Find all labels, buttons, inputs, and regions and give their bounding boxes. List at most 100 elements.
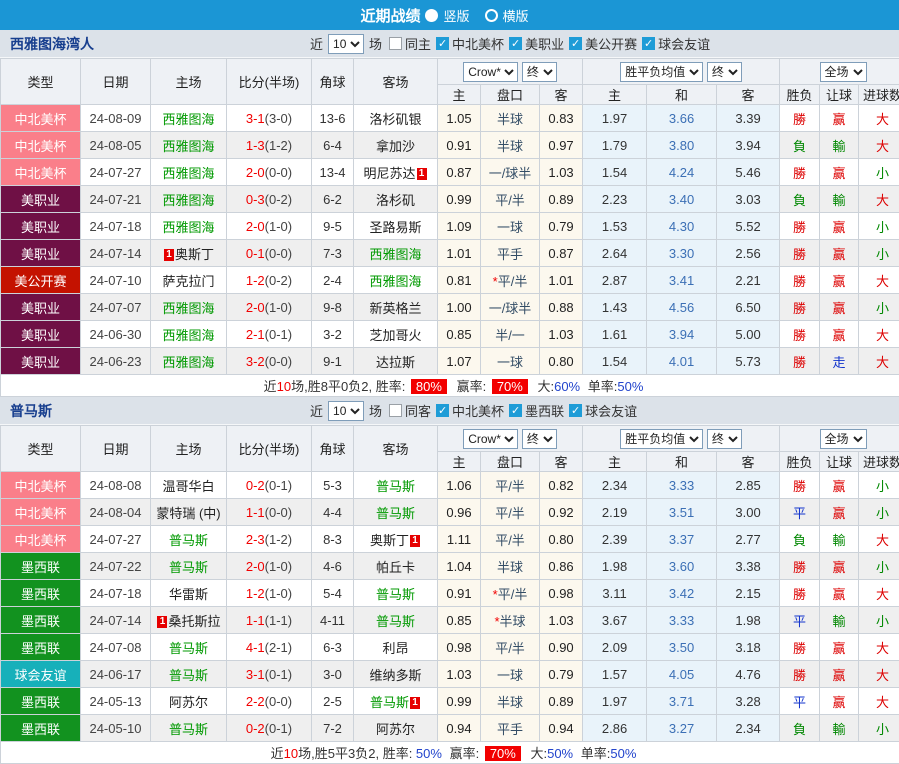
wdl-result-cell: 平	[780, 499, 820, 526]
odds-win-rate-badge: 70%	[492, 379, 528, 394]
top-bar: 近期战绩 竖版 横版	[0, 0, 899, 30]
final-avg-select[interactable]: 终	[707, 62, 742, 82]
score-fulltime: 2-1	[246, 327, 265, 342]
match-row: 中北美杯24-08-05西雅图海1-3(1-2)6-4拿加沙0.91半球0.97…	[1, 132, 899, 159]
final-odds-select[interactable]: 终	[522, 429, 557, 449]
handicap-result-cell: 赢	[820, 105, 859, 132]
score-fulltime: 1-2	[246, 586, 265, 601]
away-team-name[interactable]: 普马斯	[0, 401, 250, 421]
asia-line-cell: 平/半	[481, 499, 540, 526]
asia-away-odds-cell: 1.03	[540, 159, 583, 186]
score-fulltime: 1-1	[246, 613, 265, 628]
same-venue-label[interactable]: 同主	[405, 34, 431, 53]
score-halftime: (1-0)	[265, 586, 292, 601]
fullmatch-select[interactable]: 全场	[820, 429, 867, 449]
games-count-select[interactable]: 10	[328, 401, 364, 421]
home-team-name[interactable]: 西雅图海湾人	[0, 34, 250, 54]
date-cell: 24-07-21	[81, 186, 151, 213]
team-name-text: 西雅图海	[369, 247, 421, 262]
league-checkbox-concacaf[interactable]	[436, 37, 449, 50]
col-avg-draw: 和	[647, 452, 717, 472]
radio-horizontal-label[interactable]: 横版	[503, 6, 529, 25]
league-label[interactable]: 美职业	[525, 34, 564, 53]
wdl-result-cell: 平	[780, 688, 820, 715]
team-name-text: 普马斯	[376, 587, 415, 602]
score-fulltime: 2-0	[246, 165, 265, 180]
corner-cell: 4-6	[312, 553, 354, 580]
handicap-result-cell: 輸	[820, 186, 859, 213]
games-count-select[interactable]: 10	[328, 34, 364, 54]
asia-odds-group: Crow* 终	[438, 426, 583, 452]
league-label[interactable]: 球会友谊	[585, 401, 637, 420]
bookmaker-select[interactable]: Crow*	[463, 62, 518, 82]
asia-home-odds-cell: 0.99	[438, 688, 481, 715]
score-fulltime: 2-2	[246, 694, 265, 709]
home-team-cell: 阿苏尔	[151, 688, 227, 715]
same-venue-checkbox[interactable]	[389, 404, 402, 417]
team-name-text: 西雅图海	[162, 328, 214, 343]
score-cell: 1-2(1-0)	[227, 580, 312, 607]
wdl-result-cell: 負	[780, 526, 820, 553]
asia-line-cell: 一球	[481, 661, 540, 688]
team-name-text: 普马斯	[376, 506, 415, 521]
score-cell: 3-1(0-1)	[227, 661, 312, 688]
score-cell: 2-0(0-0)	[227, 159, 312, 186]
same-venue-label[interactable]: 同客	[405, 401, 431, 420]
league-checkbox-usopen[interactable]	[569, 37, 582, 50]
goals-result-cell: 小	[859, 472, 899, 499]
score-halftime: (0-0)	[265, 694, 292, 709]
booking-badge: 1	[410, 697, 420, 709]
league-label[interactable]: 墨西联	[525, 401, 564, 420]
date-cell: 24-08-04	[81, 499, 151, 526]
radio-vertical-label[interactable]: 竖版	[443, 6, 469, 25]
avg-away-cell: 6.50	[717, 294, 780, 321]
league-cell: 美职业	[1, 294, 81, 321]
score-halftime: (1-0)	[265, 219, 292, 234]
col-asia-away: 客	[540, 85, 583, 105]
league-checkbox-mls[interactable]	[509, 37, 522, 50]
league-label[interactable]: 球会友谊	[658, 34, 710, 53]
final-odds-select[interactable]: 终	[522, 62, 557, 82]
asia-away-odds-cell: 0.88	[540, 294, 583, 321]
corner-cell: 9-8	[312, 294, 354, 321]
col-asia-line: 盘口	[481, 452, 540, 472]
asia-home-odds-cell: 0.96	[438, 499, 481, 526]
asia-line-cell: 一/球半	[481, 294, 540, 321]
asia-line-cell: 一球	[481, 348, 540, 375]
col-wdl: 胜负	[780, 452, 820, 472]
home-team-cell: 普马斯	[151, 526, 227, 553]
final-avg-select[interactable]: 终	[707, 429, 742, 449]
goals-result-cell: 大	[859, 186, 899, 213]
match-row: 中北美杯24-07-27西雅图海2-0(0-0)13-4明尼苏达10.87一/球…	[1, 159, 899, 186]
avg-select[interactable]: 胜平负均值	[620, 62, 703, 82]
star-icon: *	[494, 614, 499, 629]
booking-badge: 1	[410, 535, 420, 547]
avg-home-cell: 1.61	[583, 321, 647, 348]
date-cell: 24-07-10	[81, 267, 151, 294]
league-checkbox-friendly[interactable]	[569, 404, 582, 417]
wdl-result-cell: 負	[780, 715, 820, 742]
league-label[interactable]: 中北美杯	[452, 34, 504, 53]
avg-draw-cell: 3.41	[647, 267, 717, 294]
date-cell: 24-07-18	[81, 213, 151, 240]
corner-cell: 13-4	[312, 159, 354, 186]
score-cell: 0-2(0-1)	[227, 472, 312, 499]
league-checkbox-friendly[interactable]	[642, 37, 655, 50]
wdl-result-cell: 勝	[780, 553, 820, 580]
league-checkbox-concacaf[interactable]	[436, 404, 449, 417]
score-cell: 2-0(1-0)	[227, 553, 312, 580]
score-halftime: (0-0)	[265, 354, 292, 369]
radio-horizontal-layout[interactable]	[485, 9, 498, 22]
filters-home: 近 10 场 同主 中北美杯 美职业 美公开赛 球会友谊	[310, 34, 712, 54]
league-label[interactable]: 美公开赛	[585, 34, 637, 53]
fullmatch-select[interactable]: 全场	[820, 62, 867, 82]
radio-vertical-layout[interactable]	[425, 9, 438, 22]
league-label[interactable]: 中北美杯	[452, 401, 504, 420]
match-row: 美公开赛24-07-10萨克拉门1-2(0-2)2-4西雅图海0.81*平/半1…	[1, 267, 899, 294]
avg-draw-cell: 3.80	[647, 132, 717, 159]
score-cell: 3-2(0-0)	[227, 348, 312, 375]
bookmaker-select[interactable]: Crow*	[463, 429, 518, 449]
same-venue-checkbox[interactable]	[389, 37, 402, 50]
avg-select[interactable]: 胜平负均值	[620, 429, 703, 449]
league-checkbox-ligamx[interactable]	[509, 404, 522, 417]
